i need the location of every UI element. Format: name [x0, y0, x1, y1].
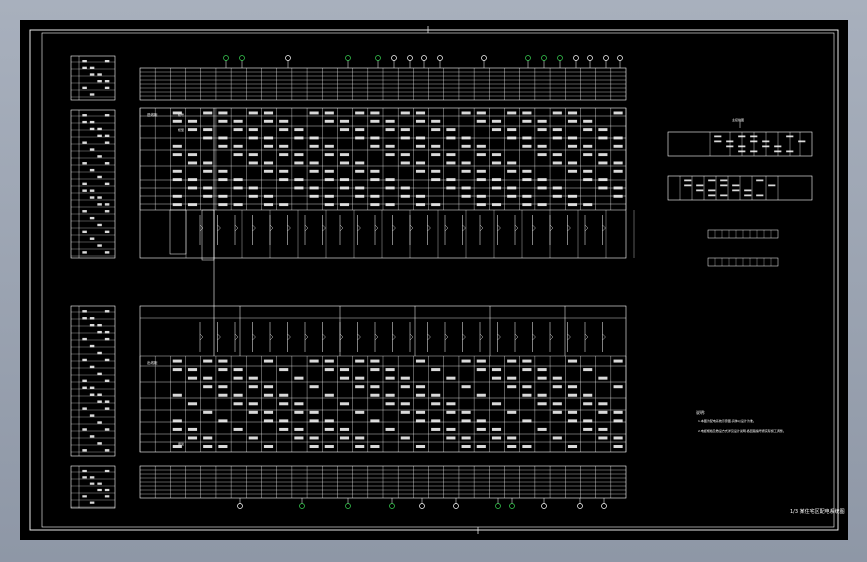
- circuit-marker: [577, 503, 583, 509]
- circuit-marker: [453, 503, 459, 509]
- circuit-marker-green: [239, 55, 245, 61]
- notes-line-1: 1.本图为配电系统示意图,具体以设计为准。: [698, 418, 756, 423]
- inner-border: [41, 32, 835, 528]
- lower-header-label: 出线柜: [147, 360, 158, 365]
- circuit-marker: [391, 55, 397, 61]
- row-label-number: 柜号: [178, 112, 184, 117]
- circuit-marker: [601, 503, 607, 509]
- circuit-marker: [421, 55, 427, 61]
- circuit-marker: [541, 503, 547, 509]
- main-breaker-box: [201, 209, 215, 261]
- circuit-marker: [587, 55, 593, 61]
- circuit-marker: [617, 55, 623, 61]
- cad-drawing-viewport[interactable]: 1/3 某住宅区配电系统图 说明: 1.本图为配电系统示意图,具体以设计为准。 …: [20, 20, 848, 540]
- circuit-marker: [573, 55, 579, 61]
- circuit-marker: [285, 55, 291, 61]
- circuit-marker-green: [541, 55, 547, 61]
- circuit-marker-green: [495, 503, 501, 509]
- outer-border: [29, 29, 839, 531]
- drawing-frame: [29, 26, 839, 534]
- circuit-marker-green: [345, 503, 351, 509]
- circuit-marker: [481, 55, 487, 61]
- left-legend-blocks: [70, 55, 116, 509]
- circuit-marker: [437, 55, 443, 61]
- circuit-marker: [237, 503, 243, 509]
- electrical-schematic-drawing[interactable]: 1/3 某住宅区配电系统图 说明: 1.本图为配电系统示意图,具体以设计为准。 …: [20, 20, 848, 540]
- circuit-marker-green: [389, 503, 395, 509]
- circuit-marker: [603, 55, 609, 61]
- circuit-marker-green: [375, 55, 381, 61]
- circuit-markers: [223, 55, 623, 509]
- circuit-marker-green: [509, 503, 515, 509]
- circuit-marker-green: [223, 55, 229, 61]
- upper-header-label: 进线柜: [147, 112, 158, 117]
- circuit-marker-green: [525, 55, 531, 61]
- circuit-marker-green: [345, 55, 351, 61]
- circuit-marker: [407, 55, 413, 61]
- notes-line-2: 2.电缆规格及敷设方式详见设计说明,各回路编号按实际施工调整。: [698, 428, 786, 433]
- circuit-marker: [419, 503, 425, 509]
- row-label-use: 用途: [178, 441, 184, 446]
- small-table-title: 主接线图: [732, 117, 744, 122]
- circuit-marker-green: [299, 503, 305, 509]
- row-label-type: 柜型: [178, 127, 184, 132]
- title-block-text: 1/3 某住宅区配电系统图: [790, 508, 845, 515]
- circuit-marker-green: [557, 55, 563, 61]
- incoming-breaker-box: [169, 209, 187, 255]
- notes-heading: 说明:: [696, 409, 705, 415]
- right-detail-blocks: [667, 120, 813, 267]
